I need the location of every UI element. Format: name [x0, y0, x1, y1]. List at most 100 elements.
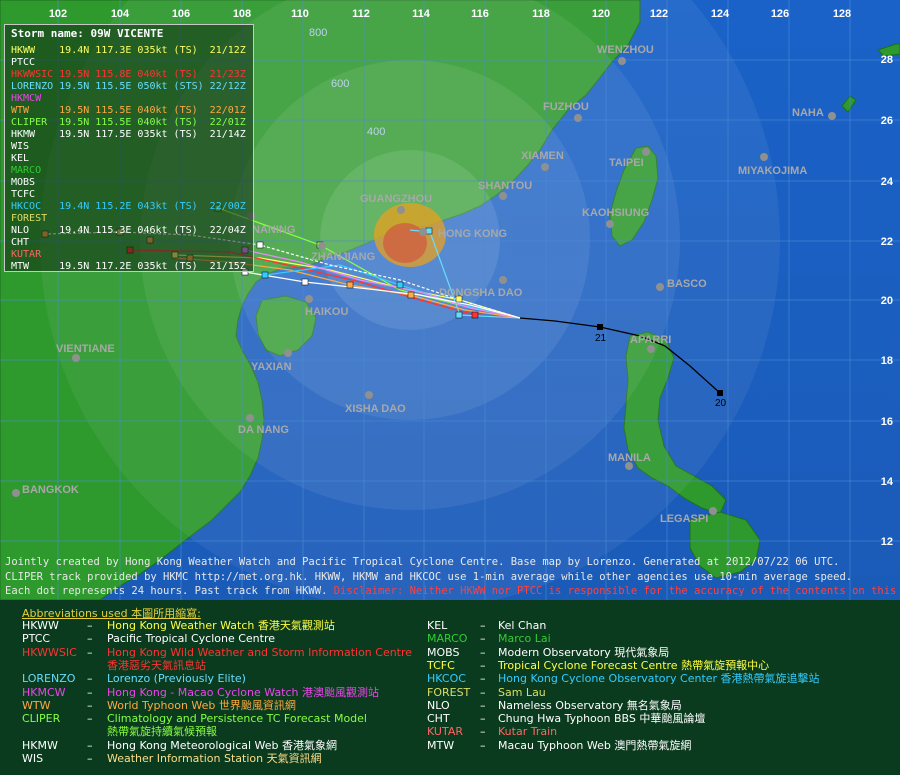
- place-label: TAIPEI: [609, 157, 644, 169]
- past-track-dot: [597, 324, 603, 330]
- legend-dash: –: [87, 685, 93, 699]
- place-label: MANILA: [608, 452, 651, 464]
- place-label: YAXIAN: [251, 361, 292, 373]
- lon-label: 114: [412, 8, 431, 20]
- place-label: FUZHOU: [543, 101, 589, 113]
- range-label: 800: [309, 27, 327, 39]
- storm-entry: KUTAR: [11, 249, 42, 260]
- lon-label: 108: [233, 8, 251, 20]
- place-label: ZHANJIANG: [311, 251, 375, 263]
- legend-dash: –: [480, 658, 486, 672]
- legend-name: Marco Lai: [498, 632, 551, 646]
- place-label: KAOHSIUNG: [582, 207, 649, 219]
- place-label: BANGKOK: [22, 484, 79, 496]
- storm-entry: KEL: [11, 153, 30, 164]
- place-label: NANING: [252, 224, 295, 236]
- place-label: HONG KONG: [438, 228, 507, 240]
- storm-entry: LORENZO 19.5N 115.5E 050kt (STS) 22/12Z: [11, 81, 246, 92]
- storm-entry: PTCC: [11, 57, 36, 68]
- place-label: MIYAKOJIMA: [738, 165, 807, 177]
- lat-label: 20: [881, 295, 893, 307]
- legend-dash: –: [480, 672, 486, 686]
- credit-line: CLIPER track provided by HKMC http://met…: [5, 571, 853, 583]
- track-time-label: 20: [715, 398, 727, 409]
- place-label: APARRI: [630, 334, 671, 346]
- legend-abbr: HKCOC: [427, 672, 466, 686]
- legend-abbr: MTW: [427, 738, 455, 752]
- track-time-label: 21: [595, 333, 607, 344]
- lat-label: 16: [881, 416, 893, 428]
- credit-line: Jointly created by Hong Kong Weather Wat…: [5, 556, 840, 568]
- lon-label: 126: [771, 8, 789, 20]
- legend-name: Pacific Tropical Cyclone Centre: [107, 632, 275, 646]
- abbreviation-legend: Abbreviations used 本圖所用縮寫: HKWW – Hong Kon…: [0, 600, 900, 775]
- legend-abbr: TCFC: [427, 658, 455, 672]
- credit-line: Each dot represents 24 hours. Past track…: [5, 585, 900, 597]
- past-track-dot: [717, 390, 723, 396]
- legend-name: Chung Hwa Typhoon BBS 中華颱風論壇: [498, 712, 706, 726]
- place-label: XISHA DAO: [345, 403, 406, 415]
- legend-dash: –: [87, 632, 93, 646]
- lat-label: 12: [881, 536, 893, 548]
- legend-name: Kutar Train: [498, 725, 558, 739]
- legend-name: Hong Kong - Macao Cyclone Watch 港澳颱風觀測站: [107, 685, 380, 699]
- legend-dash: –: [87, 752, 93, 765]
- legend-dash: –: [87, 698, 93, 712]
- lon-label: 122: [650, 8, 668, 20]
- lon-label: 124: [711, 8, 730, 20]
- lon-label: 112: [352, 8, 370, 20]
- legend-name: Hong Kong Weather Watch 香港天氣觀測站: [107, 619, 335, 632]
- storm-entry: FOREST: [11, 213, 48, 224]
- legend-name: Modern Observatory 現代氣象局: [498, 645, 670, 659]
- storm-entry: WTW 19.5N 115.5E 040kt (TS) 22/01Z: [11, 105, 246, 116]
- lat-label: 26: [881, 115, 893, 127]
- storm-entry: NLO 19.4N 115.3E 046kt (TS) 22/04Z: [11, 225, 246, 236]
- storm-entry: HKCOC 19.4N 115.2E 043kt (TS) 22/00Z: [11, 201, 246, 212]
- legend-abbr: WIS: [22, 752, 44, 765]
- legend-abbr: HKMCW: [22, 685, 66, 699]
- storm-entry: HKMW 19.5N 117.5E 035kt (TS) 21/14Z: [11, 129, 246, 140]
- storm-entry: HKWWSIC 19.5N 115.8E 040kt (TS) 21/23Z: [11, 69, 246, 80]
- storm-entry: WIS: [11, 141, 30, 152]
- storm-entry: CHT: [11, 237, 30, 248]
- legend-dash: –: [480, 725, 486, 739]
- legend-dash: –: [87, 738, 93, 752]
- legend-name: Tropical Cyclone Forecast Centre 熱帶氣旋預報中…: [498, 658, 770, 672]
- lon-label: 104: [111, 8, 130, 20]
- legend-dash: –: [87, 672, 93, 686]
- place-label: NAHA: [792, 107, 824, 119]
- legend-abbr: PTCC: [22, 632, 51, 646]
- lat-label: 18: [881, 355, 893, 367]
- legend-name: Weather Information Station 天氣資訊網: [107, 752, 322, 765]
- place-label: BASCO: [667, 278, 707, 290]
- disclaimer: Disclaimer: Neither HKWW nor PTCC is res…: [333, 585, 900, 597]
- legend-name-secondary: 香港惡劣天氣訊息站: [107, 658, 206, 672]
- lat-label: 14: [881, 476, 894, 488]
- place-label: DONGSHA DAO: [439, 287, 523, 299]
- legend-name: Hong Kong Cyclone Observatory Center 香港熱…: [498, 672, 820, 686]
- legend-dash: –: [480, 712, 486, 726]
- lat-label: 22: [881, 236, 893, 248]
- legend-abbr: WTW: [22, 698, 51, 712]
- lon-label: 128: [833, 8, 851, 20]
- storm-entry: TCFC: [11, 189, 36, 200]
- storm-entry: HKMCW: [11, 93, 42, 104]
- storm-entry: CLIPER 19.5N 115.5E 040kt (TS) 22/01Z: [11, 117, 246, 128]
- lon-label: 102: [49, 8, 67, 20]
- storm-entry: MTW 19.5N 117.2E 035kt (TS) 21/15Z: [11, 261, 246, 272]
- place-label: DA NANG: [238, 424, 289, 436]
- storm-entry: MARCO: [11, 165, 42, 176]
- lon-label: 110: [291, 8, 309, 20]
- legend-dash: –: [480, 698, 486, 712]
- legend-dash: –: [480, 632, 486, 646]
- legend-abbr: NLO: [427, 698, 450, 712]
- place-label: SHANTOU: [478, 180, 532, 192]
- legend-name: Kel Chan: [498, 619, 547, 632]
- legend-name-secondary: 熱帶氣旋持續氣候預報: [107, 725, 217, 739]
- legend-name: Macau Typhoon Web 澳門熱帶氣旋網: [498, 738, 692, 752]
- legend-name: Nameless Observatory 無名氣象局: [498, 698, 682, 712]
- lon-label: 118: [532, 8, 550, 20]
- place-label: GUANGZHOU: [360, 193, 432, 205]
- legend-name: Sam Lau: [498, 685, 546, 699]
- legend-dash: –: [87, 645, 93, 659]
